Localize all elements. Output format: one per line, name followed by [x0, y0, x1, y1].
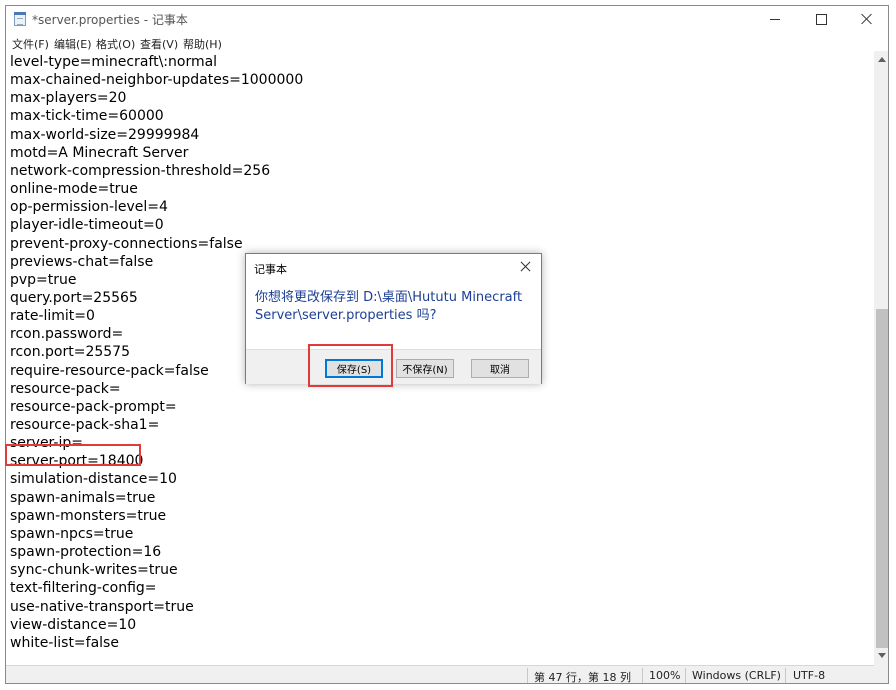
- status-line-ending: Windows (CRLF): [692, 669, 781, 682]
- window-title: *server.properties - 记事本: [32, 13, 188, 27]
- editor-line: network-compression-threshold=256: [10, 162, 271, 179]
- editor-line: max-players=20: [10, 90, 127, 107]
- menu-view[interactable]: 查看(V): [140, 36, 178, 52]
- resize-grip[interactable]: [874, 665, 888, 683]
- editor-line: simulation-distance=10: [10, 471, 177, 488]
- vertical-scrollbar[interactable]: [874, 51, 888, 665]
- editor-line: sync-chunk-writes=true: [10, 562, 178, 579]
- editor-line: spawn-animals=true: [10, 489, 156, 506]
- editor-line: player-idle-timeout=0: [10, 217, 164, 234]
- close-button[interactable]: [844, 6, 888, 32]
- editor-line: level-type=minecraft\:normal: [10, 54, 218, 70]
- status-cursor-position: 第 47 行，第 18 列: [534, 671, 631, 684]
- menu-format[interactable]: 格式(O): [96, 36, 135, 52]
- editor-line: rcon.port=25575: [10, 344, 130, 361]
- notepad-icon: [14, 12, 26, 26]
- menu-file[interactable]: 文件(F): [12, 36, 49, 52]
- title-bar[interactable]: *server.properties - 记事本: [6, 6, 888, 32]
- status-separator: [785, 668, 786, 683]
- editor-line: server-port=18400: [10, 453, 144, 470]
- status-encoding: UTF-8: [793, 669, 826, 682]
- dialog-close-button[interactable]: [516, 258, 536, 276]
- maximize-button[interactable]: [798, 6, 844, 32]
- menu-bar: 文件(F) 编辑(E) 格式(O) 查看(V) 帮助(H): [6, 32, 888, 51]
- save-button[interactable]: 保存(S): [325, 359, 383, 378]
- editor-line: rate-limit=0: [10, 308, 95, 325]
- editor-line: online-mode=true: [10, 181, 138, 198]
- dialog-button-bar: 保存(S) 不保存(N) 取消: [246, 349, 541, 384]
- editor-line: require-resource-pack=false: [10, 362, 209, 379]
- editor-line: server-ip=: [10, 435, 83, 452]
- editor-line: query.port=25565: [10, 289, 138, 306]
- editor-line: spawn-monsters=true: [10, 507, 167, 524]
- editor-line: spawn-npcs=true: [10, 525, 134, 542]
- save-dialog: 记事本 你想将更改保存到 D:\桌面\Hututu Minecraft Serv…: [245, 253, 542, 384]
- dialog-title: 记事本: [254, 263, 287, 276]
- status-zoom: 100%: [649, 669, 681, 682]
- editor-line: op-permission-level=4: [10, 199, 168, 216]
- status-separator: [685, 668, 686, 683]
- editor-line: max-tick-time=60000: [10, 108, 164, 125]
- status-separator: [642, 668, 643, 683]
- close-icon: [520, 261, 531, 272]
- dialog-message: 你想将更改保存到 D:\桌面\Hututu Minecraft Server\s…: [255, 290, 523, 323]
- editor-line: resource-pack-sha1=: [10, 417, 160, 433]
- editor-line: use-native-transport=true: [10, 598, 194, 615]
- cancel-button[interactable]: 取消: [471, 359, 529, 378]
- editor-line: prevent-proxy-connections=false: [10, 235, 243, 252]
- status-separator: [527, 668, 528, 683]
- editor-line: resource-pack=: [10, 380, 121, 397]
- editor-line: max-chained-neighbor-updates=1000000: [10, 72, 304, 89]
- dont-save-button[interactable]: 不保存(N): [396, 359, 454, 378]
- editor-line: rcon.password=: [10, 326, 124, 343]
- minimize-button[interactable]: [752, 6, 798, 32]
- status-bar: 第 47 行，第 18 列 100% Windows (CRLF) UTF-8: [6, 665, 874, 684]
- editor-line: view-distance=10: [10, 616, 137, 633]
- editor-line: resource-pack-prompt=: [10, 398, 177, 415]
- editor-line: spawn-protection=16: [10, 544, 162, 561]
- close-icon: [861, 13, 873, 25]
- scroll-thumb[interactable]: [876, 309, 888, 648]
- editor-line: pvp=true: [10, 271, 77, 288]
- minimize-icon: [770, 18, 780, 20]
- scroll-down-icon[interactable]: [878, 653, 886, 658]
- editor-line: previews-chat=false: [10, 253, 154, 270]
- editor-line: white-list=false: [10, 634, 119, 651]
- editor-line: motd=A Minecraft Server: [10, 144, 189, 161]
- editor-line: max-world-size=29999984: [10, 126, 200, 143]
- menu-edit[interactable]: 编辑(E): [54, 36, 92, 52]
- menu-help[interactable]: 帮助(H): [183, 36, 222, 52]
- scroll-up-icon[interactable]: [878, 57, 886, 62]
- maximize-icon: [815, 13, 827, 25]
- editor-line: text-filtering-config=: [10, 580, 157, 597]
